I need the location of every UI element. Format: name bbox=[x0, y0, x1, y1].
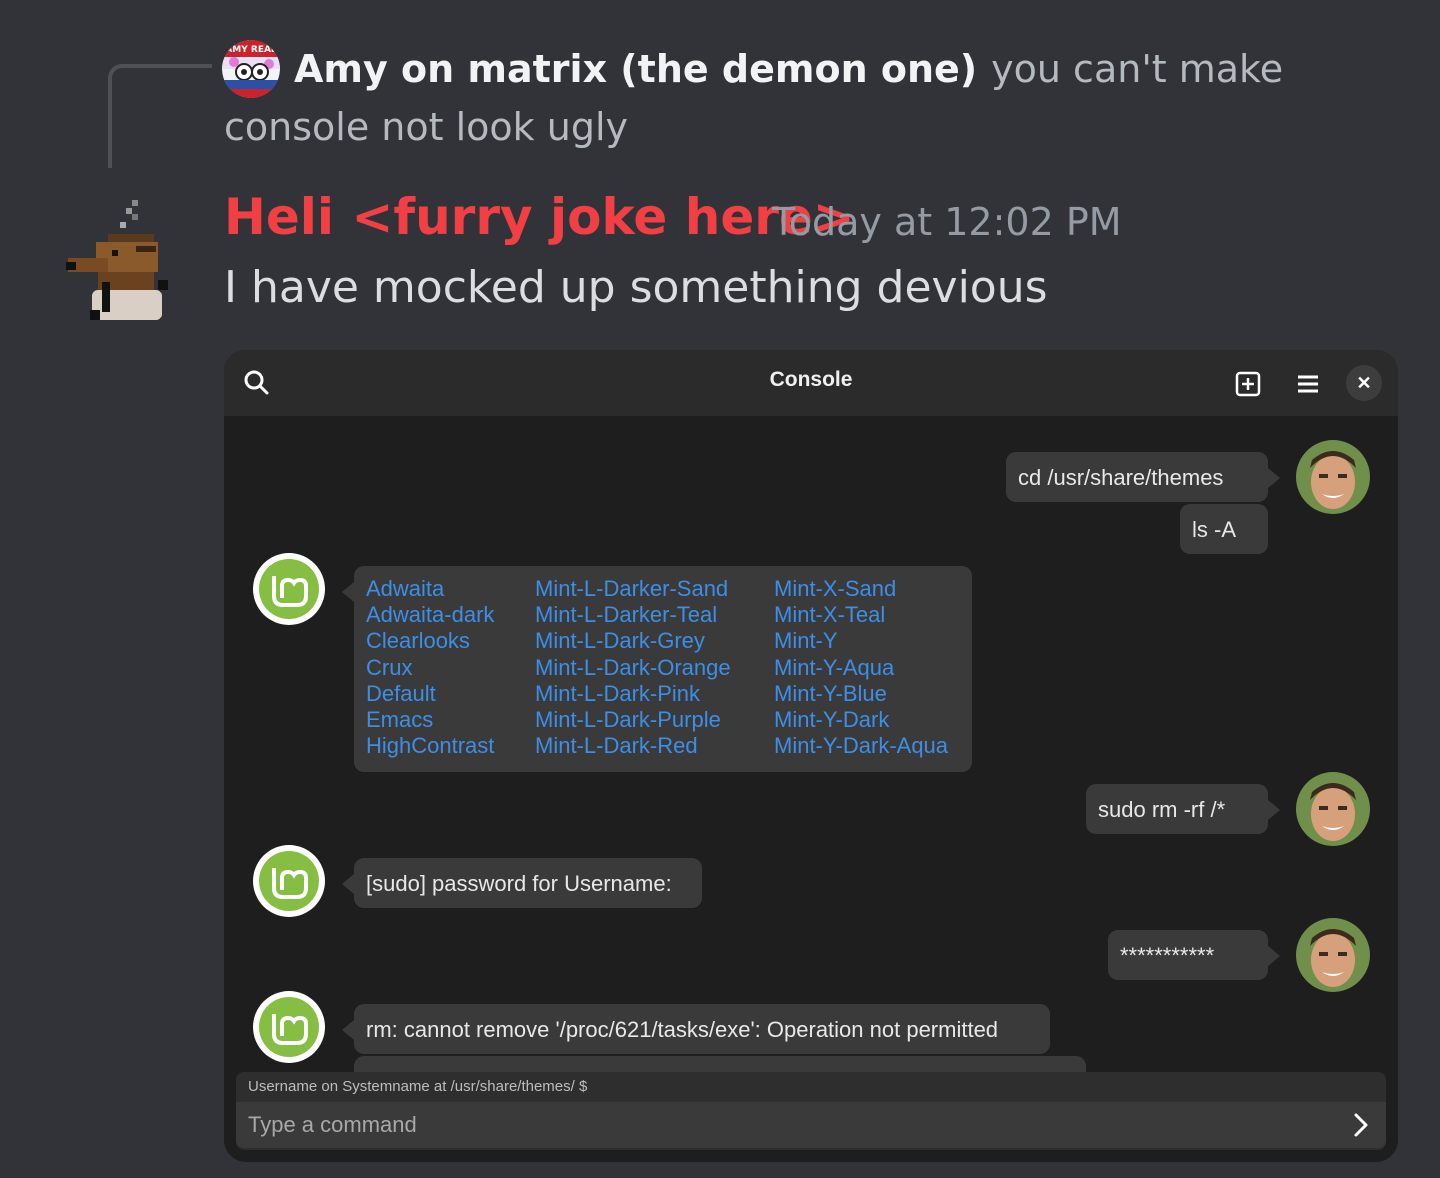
user-avatar bbox=[1296, 440, 1370, 514]
theme-name: Emacs bbox=[366, 707, 434, 733]
theme-name: Mint-L-Dark-Purple bbox=[535, 707, 721, 733]
linux-mint-logo-icon bbox=[252, 552, 326, 626]
command-text: sudo rm -rf /* bbox=[1098, 797, 1226, 822]
console-title: Console bbox=[769, 368, 853, 391]
theme-name: Adwaita-dark bbox=[366, 602, 495, 628]
theme-name: Mint-Y-Dark bbox=[774, 707, 890, 733]
theme-name: Mint-L-Dark-Orange bbox=[535, 654, 731, 680]
command-bubble: ls -A bbox=[1180, 504, 1268, 554]
command-bubble: sudo rm -rf /* bbox=[1086, 784, 1280, 834]
theme-name: Mint-Y-Dark-Aqua bbox=[774, 733, 949, 759]
theme-name: Mint-L-Dark-Pink bbox=[535, 680, 701, 706]
close-icon[interactable]: ✕ bbox=[1346, 365, 1382, 401]
theme-name: Clearlooks bbox=[366, 628, 470, 654]
theme-name: Mint-Y bbox=[774, 628, 838, 654]
linux-mint-logo-icon bbox=[252, 990, 326, 1064]
command-input[interactable] bbox=[236, 1102, 1386, 1148]
console-mockup-image[interactable]: Console ✕ cd /usr/share/themes ls -A Adw… bbox=[224, 350, 1398, 1162]
theme-name: Mint-Y-Aqua bbox=[774, 654, 895, 680]
command-bubble: cd /usr/share/themes bbox=[1006, 452, 1280, 502]
author-avatar[interactable] bbox=[62, 196, 178, 326]
output-bubble: rm: cannot remove '/proc/621/tasks/exe':… bbox=[342, 1004, 1050, 1054]
command-text: ls -A bbox=[1192, 517, 1236, 542]
send-chevron-icon[interactable] bbox=[1346, 1110, 1376, 1140]
message-timestamp: Today at 12:02 PM bbox=[772, 200, 1122, 244]
theme-name: Mint-L-Dark-Grey bbox=[535, 628, 705, 654]
output-text: rm: cannot remove '/proc/621/tasks/exe':… bbox=[366, 1017, 999, 1042]
hamburger-menu-icon[interactable] bbox=[1292, 368, 1324, 400]
theme-name: Mint-Y-Blue bbox=[774, 680, 887, 706]
console-titlebar: Console ✕ bbox=[224, 350, 1398, 416]
ls-output-bubble: Adwaita Adwaita-dark Clearlooks Crux Def… bbox=[342, 566, 972, 772]
reply-author[interactable]: Amy on matrix (the demon one) bbox=[294, 47, 977, 91]
prompt-label: Username on Systemname at /usr/share/the… bbox=[248, 1078, 588, 1095]
theme-name: Mint-L-Darker-Sand bbox=[535, 576, 729, 601]
theme-name: Mint-X-Sand bbox=[774, 576, 897, 601]
command-text: cd /usr/share/themes bbox=[1018, 465, 1224, 490]
theme-name: Mint-L-Darker-Teal bbox=[535, 602, 718, 628]
user-avatar bbox=[1296, 918, 1370, 992]
theme-name: Mint-X-Teal bbox=[774, 602, 886, 628]
output-text: [sudo] password for Username: bbox=[366, 871, 672, 896]
output-bubble: [sudo] password for Username: bbox=[342, 858, 702, 908]
theme-name: Crux bbox=[366, 654, 413, 680]
command-bubble: *********** bbox=[1108, 930, 1280, 980]
theme-name: Default bbox=[366, 680, 436, 706]
reply-spine bbox=[108, 64, 212, 168]
theme-name: HighContrast bbox=[366, 733, 495, 759]
command-prompt-area: Username on Systemname at /usr/share/the… bbox=[236, 1072, 1386, 1150]
linux-mint-logo-icon bbox=[252, 844, 326, 918]
theme-name: Mint-L-Dark-Red bbox=[535, 733, 698, 759]
reply-preview[interactable]: Amy on matrix (the demon one) you can't m… bbox=[224, 40, 1404, 156]
theme-name: Adwaita bbox=[366, 576, 445, 601]
new-tab-icon[interactable] bbox=[1232, 368, 1264, 400]
user-avatar bbox=[1296, 772, 1370, 846]
message-text: I have mocked up something devious bbox=[224, 262, 1048, 313]
message-author[interactable]: Heli <furry joke here> bbox=[224, 188, 855, 246]
password-text: *********** bbox=[1120, 943, 1215, 968]
